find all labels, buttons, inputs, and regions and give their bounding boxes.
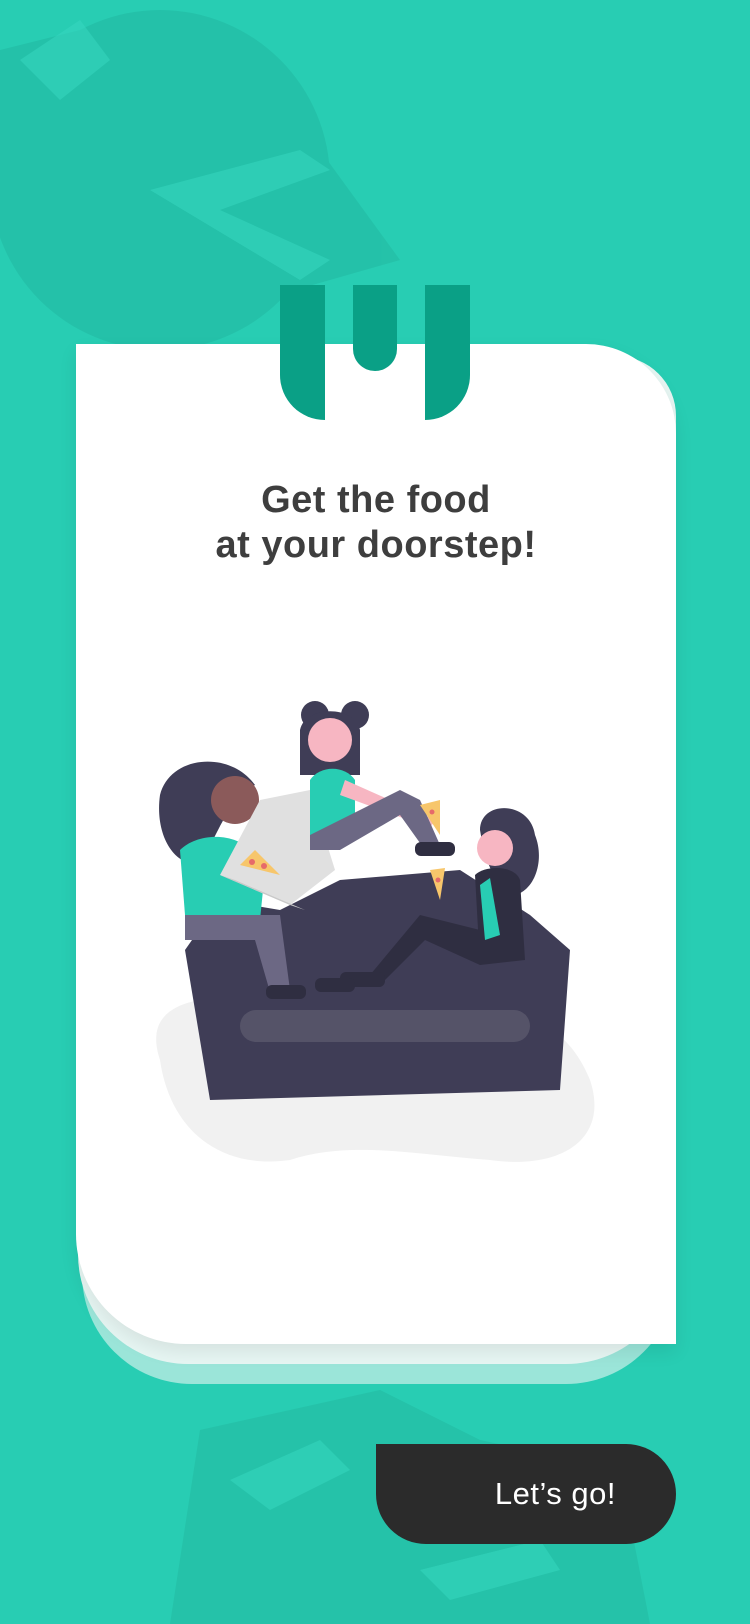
lets-go-label: Let’s go! [494,1476,616,1511]
friends-eating-pizza-illustration [156,701,595,1162]
headline-line-1: Get the food [261,479,491,521]
headline-line-2: at your doorstep! [215,524,537,566]
onboarding-headline: Get the food at your doorstep! [76,478,676,568]
onboarding-screen: { "colors": { "background": "#28CDB3", "… [0,0,750,1624]
lets-go-button[interactable]: Let’s go! [376,1444,676,1544]
brand-logo-icon [280,285,470,420]
